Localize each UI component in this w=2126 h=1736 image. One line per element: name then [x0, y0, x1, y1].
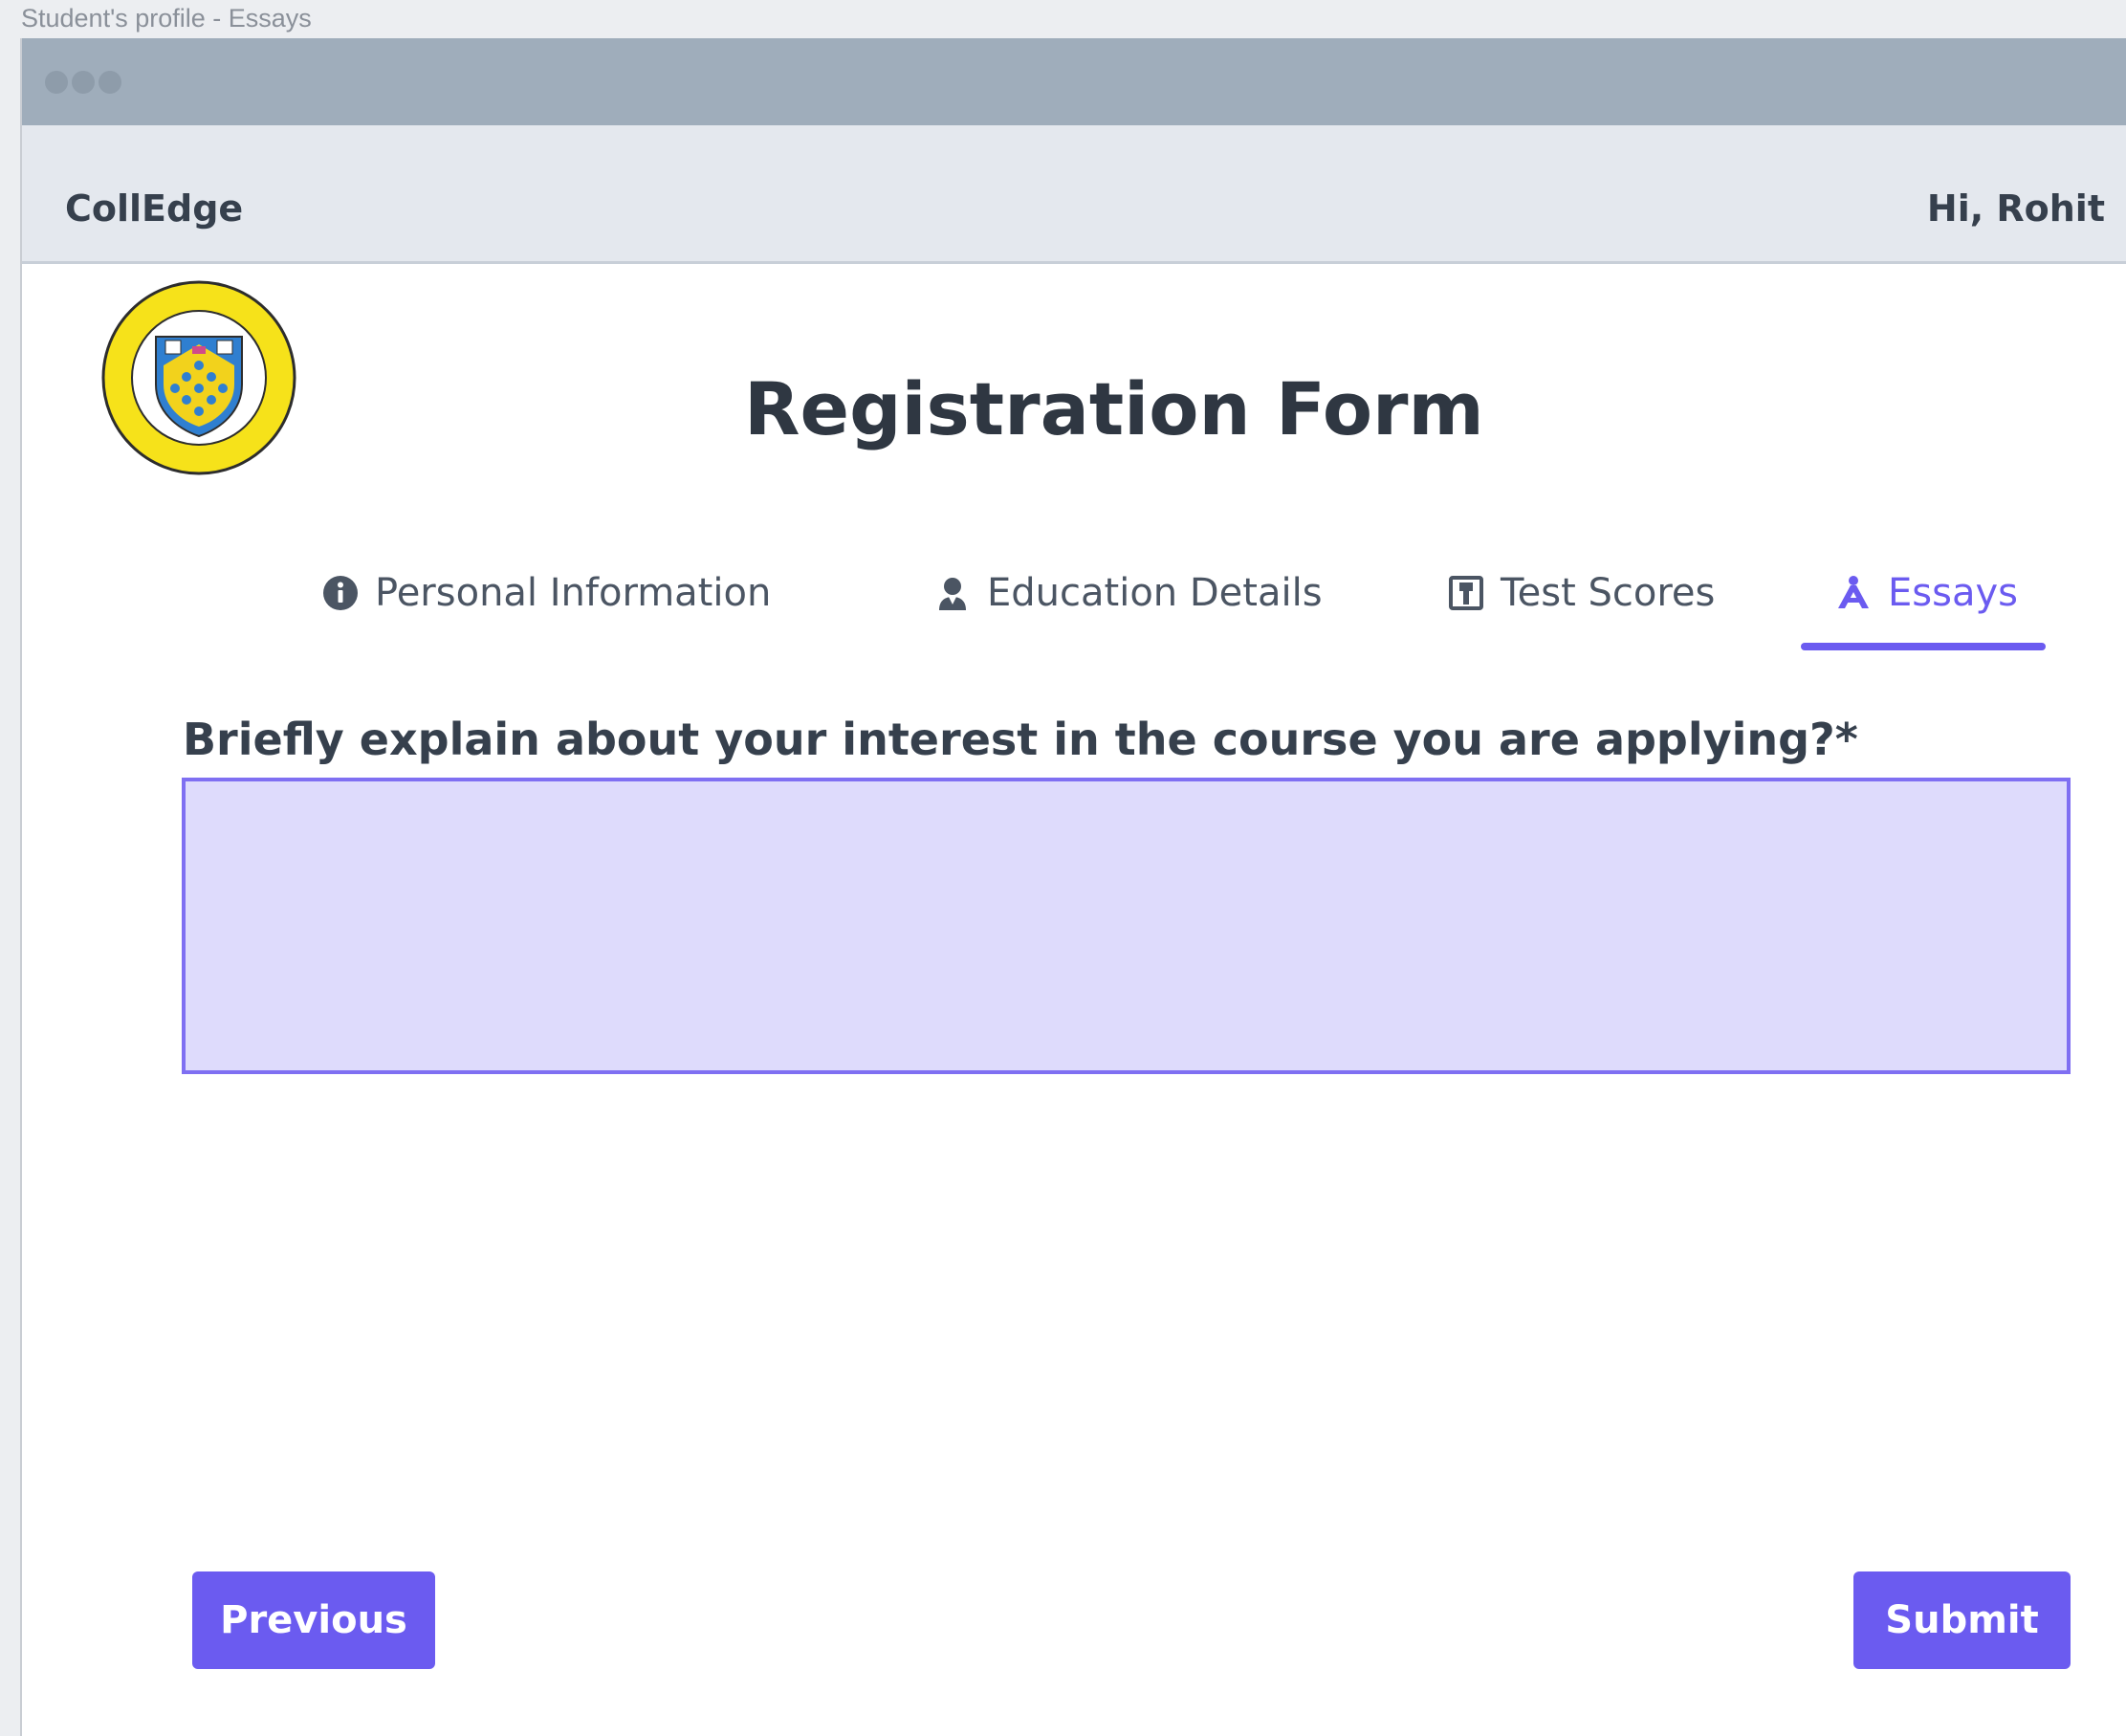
tab-label: Test Scores [1501, 571, 1716, 615]
score-card-icon [1449, 576, 1483, 610]
tab-label: Education Details [987, 571, 1323, 615]
document-caption: Student's profile - Essays [21, 4, 312, 33]
tab-essays[interactable]: Essays [1834, 566, 2018, 620]
submit-button[interactable]: Submit [1853, 1571, 2071, 1669]
previous-button[interactable]: Previous [192, 1571, 435, 1669]
info-circle-icon [323, 576, 358, 610]
browser-window: CollEdge Hi, Rohit Registration Form Per… [20, 38, 2126, 1736]
close-window-icon[interactable] [45, 71, 68, 94]
tab-label: Essays [1888, 571, 2018, 615]
minimize-window-icon[interactable] [72, 71, 95, 94]
tab-personal-information[interactable]: Personal Information [321, 566, 771, 620]
brand-name[interactable]: CollEdge [65, 190, 243, 227]
window-titlebar [22, 38, 2126, 125]
tab-test-scores[interactable]: Test Scores [1447, 566, 1715, 620]
user-greeting[interactable]: Hi, Rohit [1927, 190, 2105, 227]
essay-question-label: Briefly explain about your interest in t… [183, 714, 1858, 765]
tab-label: Personal Information [375, 571, 772, 615]
essay-answer-input[interactable] [182, 778, 2071, 1074]
page-title: Registration Form [744, 366, 1484, 451]
app-header: CollEdge Hi, Rohit [22, 125, 2126, 264]
tab-education-details[interactable]: Education Details [933, 566, 1323, 620]
essay-icon [1838, 576, 1869, 608]
active-tab-indicator [1801, 643, 2046, 650]
university-logo [99, 277, 299, 478]
maximize-window-icon[interactable] [99, 71, 121, 94]
graduate-icon [939, 578, 966, 610]
